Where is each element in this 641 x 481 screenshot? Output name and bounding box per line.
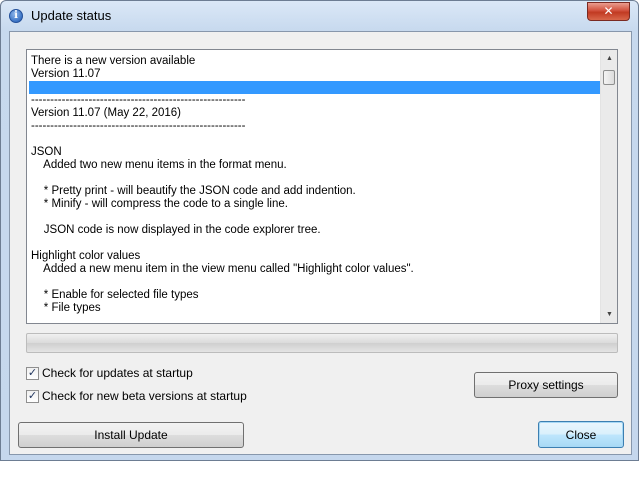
- changelog-line[interactable]: There is a new version available: [29, 55, 600, 68]
- changelog-line[interactable]: * Enable for selected file types: [29, 289, 600, 302]
- changelog-line[interactable]: ----------------------------------------…: [29, 94, 600, 107]
- changelog-line[interactable]: [29, 133, 600, 146]
- changelog-line[interactable]: * Minify - will compress the code to a s…: [29, 198, 600, 211]
- info-icon: i: [9, 9, 23, 23]
- changelog-line[interactable]: * File types: [29, 302, 600, 315]
- scroll-up-arrow-icon[interactable]: ▲: [601, 50, 617, 67]
- changelog-line[interactable]: [29, 211, 600, 224]
- dialog-body: There is a new version available Version …: [9, 31, 632, 455]
- checkmark-icon: ✓: [27, 388, 38, 402]
- window-close-icon[interactable]: ✕: [587, 2, 630, 21]
- window-title: Update status: [31, 8, 112, 23]
- changelog-line[interactable]: Added two new menu items in the format m…: [29, 159, 600, 172]
- update-status-window: i Update status ✕ There is a new version…: [0, 0, 639, 461]
- check-updates-option[interactable]: ✓ Check for updates at startup: [26, 365, 193, 381]
- check-beta-option[interactable]: ✓ Check for new beta versions at startup: [26, 388, 247, 404]
- check-updates-label[interactable]: Check for updates at startup: [42, 366, 193, 380]
- scroll-down-arrow-icon[interactable]: ▼: [601, 306, 617, 323]
- vertical-scrollbar[interactable]: ▲ ▼: [600, 50, 617, 323]
- changelog-line[interactable]: * Pretty print - will beautify the JSON …: [29, 185, 600, 198]
- changelog-line[interactable]: Version 11.07: [29, 68, 600, 81]
- changelog-line[interactable]: ----------------------------------------…: [29, 120, 600, 133]
- update-progress-bar: [26, 333, 618, 353]
- changelog-line[interactable]: JSON: [29, 146, 600, 159]
- changelog-textbox[interactable]: There is a new version available Version …: [26, 49, 618, 324]
- changelog-line[interactable]: Added a new menu item in the view menu c…: [29, 263, 600, 276]
- check-beta-label[interactable]: Check for new beta versions at startup: [42, 389, 247, 403]
- selected-line[interactable]: [29, 81, 600, 94]
- close-button[interactable]: Close: [538, 421, 624, 448]
- check-updates-checkbox[interactable]: ✓: [26, 365, 39, 380]
- changelog-line[interactable]: Highlight color values: [29, 250, 600, 263]
- changelog-lines: There is a new version available Version …: [29, 55, 600, 315]
- changelog-line[interactable]: JSON code is now displayed in the code e…: [29, 224, 600, 237]
- title-bar[interactable]: i Update status ✕: [1, 1, 638, 31]
- proxy-settings-button[interactable]: Proxy settings: [474, 372, 618, 398]
- checkmark-icon: ✓: [27, 365, 38, 379]
- scroll-thumb[interactable]: [603, 70, 615, 85]
- changelog-line[interactable]: [29, 237, 600, 250]
- check-beta-checkbox[interactable]: ✓: [26, 388, 39, 403]
- install-update-button[interactable]: Install Update: [18, 422, 244, 448]
- changelog-line[interactable]: Version 11.07 (May 22, 2016): [29, 107, 600, 120]
- changelog-line[interactable]: [29, 172, 600, 185]
- changelog-line[interactable]: [29, 276, 600, 289]
